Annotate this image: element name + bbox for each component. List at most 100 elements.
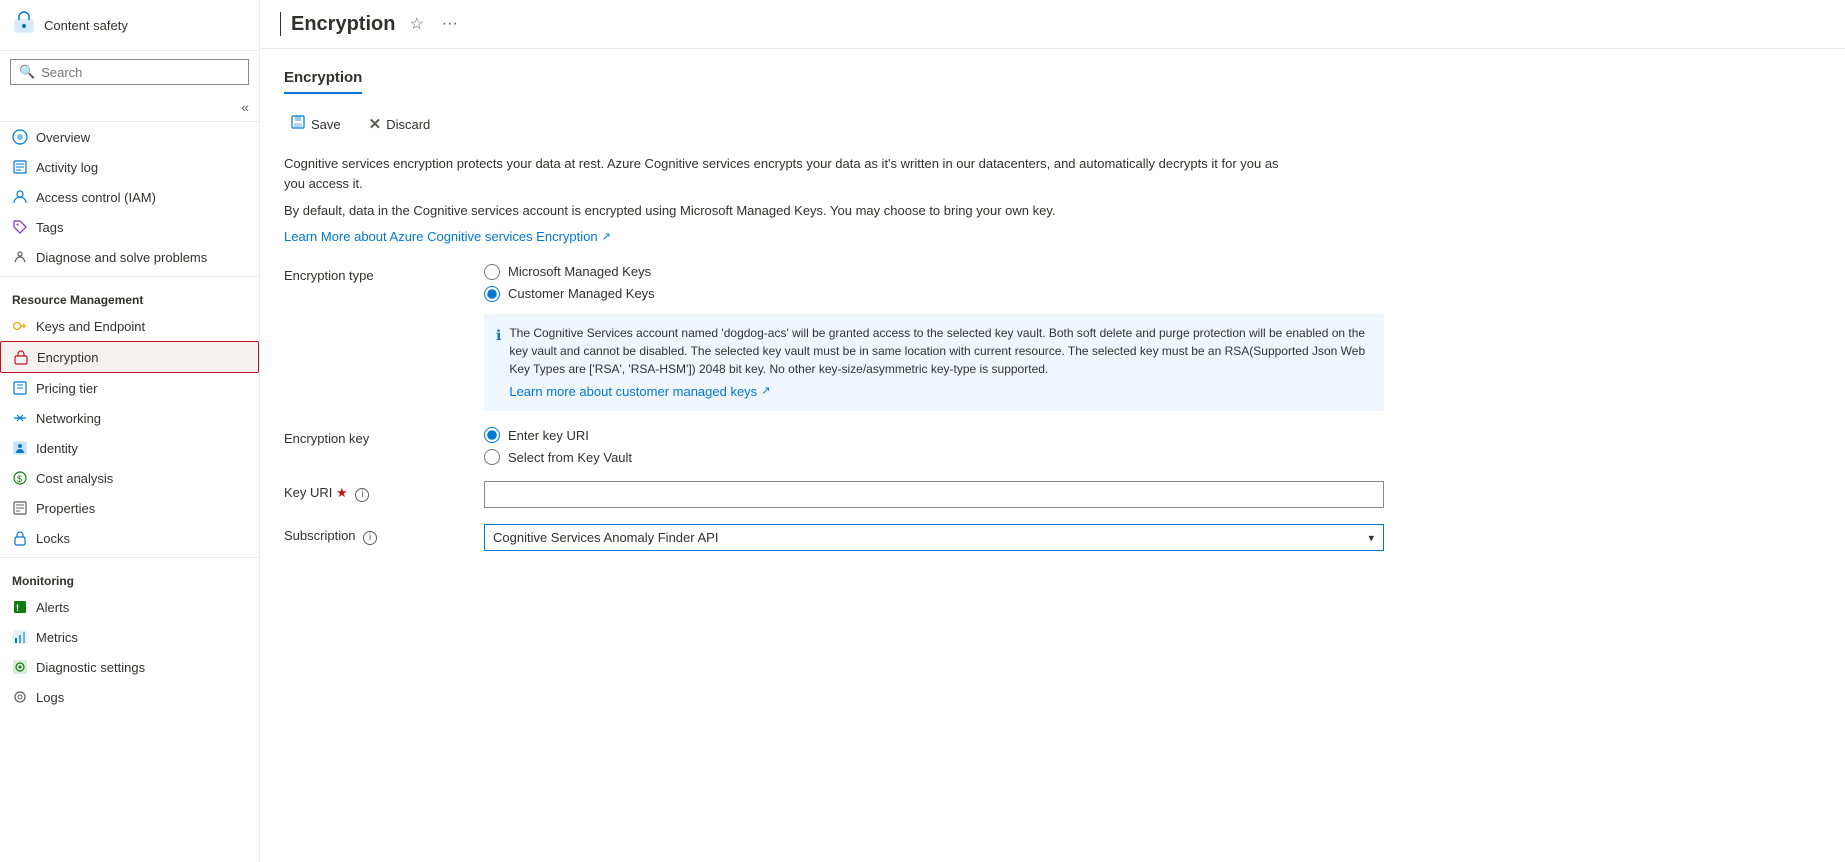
enter-key-uri-option[interactable]: Enter key URI: [484, 427, 632, 443]
logs-label: Logs: [36, 690, 64, 705]
alerts-icon: !: [12, 599, 28, 615]
more-options-button[interactable]: ···: [438, 13, 462, 35]
toolbar: Save ✕ Discard: [284, 110, 1821, 138]
discard-button[interactable]: ✕ Discard: [363, 111, 437, 137]
sidebar-item-keys-endpoint[interactable]: Keys and Endpoint: [0, 311, 259, 341]
save-button[interactable]: Save: [284, 110, 347, 138]
locks-icon: [12, 530, 28, 546]
sidebar-item-tags[interactable]: Tags: [0, 212, 259, 242]
sidebar-item-cost-analysis[interactable]: $ Cost analysis: [0, 463, 259, 493]
microsoft-managed-radio[interactable]: [484, 264, 500, 280]
customer-managed-option[interactable]: Customer Managed Keys: [484, 286, 1384, 302]
metrics-label: Metrics: [36, 630, 78, 645]
alerts-label: Alerts: [36, 600, 69, 615]
overview-icon: [12, 129, 28, 145]
sidebar-item-encryption[interactable]: Encryption: [0, 341, 259, 373]
search-box[interactable]: 🔍: [10, 59, 249, 85]
sidebar-item-activity-log[interactable]: Activity log: [0, 152, 259, 182]
pricing-tier-label: Pricing tier: [36, 381, 97, 396]
learn-more-cmk-icon: ↗: [761, 383, 770, 400]
key-uri-required: ★: [336, 485, 348, 500]
sidebar-item-metrics[interactable]: Metrics: [0, 622, 259, 652]
diagnose-label: Diagnose and solve problems: [36, 250, 207, 265]
content-area: Encryption Save ✕ Discard Cognitive serv…: [260, 49, 1845, 862]
keys-endpoint-label: Keys and Endpoint: [36, 319, 145, 334]
sidebar-item-networking[interactable]: Networking: [0, 403, 259, 433]
select-key-vault-radio[interactable]: [484, 449, 500, 465]
pricing-tier-icon: [12, 380, 28, 396]
tags-label: Tags: [36, 220, 63, 235]
subscription-select[interactable]: Cognitive Services Anomaly Finder API: [484, 524, 1384, 551]
encryption-key-row: Encryption key Enter key URI Select from…: [284, 427, 1821, 465]
encryption-type-label: Encryption type: [284, 264, 444, 283]
top-nav: Overview Activity log Access control (IA…: [0, 122, 259, 272]
key-uri-input[interactable]: [484, 481, 1384, 508]
learn-more-encryption-link[interactable]: Learn More about Azure Cognitive service…: [284, 229, 611, 244]
key-uri-info-icon[interactable]: i: [355, 488, 369, 502]
subscription-info-icon[interactable]: i: [363, 531, 377, 545]
sidebar-item-diagnose[interactable]: Diagnose and solve problems: [0, 242, 259, 272]
sidebar-item-alerts[interactable]: ! Alerts: [0, 592, 259, 622]
select-key-vault-label: Select from Key Vault: [508, 450, 632, 465]
svg-text:$: $: [17, 474, 22, 484]
subscription-label: Subscription i: [284, 524, 444, 545]
identity-icon: [12, 440, 28, 456]
collapse-button[interactable]: «: [0, 93, 259, 122]
encryption-label: Encryption: [37, 350, 98, 365]
header-divider: [280, 12, 281, 36]
subscription-select-wrapper: Cognitive Services Anomaly Finder API ▾: [484, 524, 1384, 551]
page-header: Encryption ☆ ···: [260, 0, 1845, 49]
description-line2: By default, data in the Cognitive servic…: [284, 201, 1284, 221]
description-line1: Cognitive services encryption protects y…: [284, 154, 1284, 193]
select-key-vault-option[interactable]: Select from Key Vault: [484, 449, 632, 465]
cost-analysis-label: Cost analysis: [36, 471, 113, 486]
overview-label: Overview: [36, 130, 90, 145]
activity-log-icon: [12, 159, 28, 175]
learn-more-cmk-text: Learn more about customer managed keys: [509, 382, 757, 402]
access-control-icon: [12, 189, 28, 205]
activity-log-label: Activity log: [36, 160, 98, 175]
save-label: Save: [311, 117, 341, 132]
section-label-monitoring: Monitoring: [0, 562, 259, 592]
key-uri-label: Key URI ★ i: [284, 481, 444, 502]
favorite-button[interactable]: ☆: [405, 12, 427, 36]
discard-icon: ✕: [369, 115, 382, 133]
divider-monitoring: [0, 557, 259, 558]
networking-label: Networking: [36, 411, 101, 426]
microsoft-managed-option[interactable]: Microsoft Managed Keys: [484, 264, 1384, 280]
search-input[interactable]: [41, 65, 240, 80]
properties-label: Properties: [36, 501, 95, 516]
sidebar-item-logs[interactable]: Logs: [0, 682, 259, 712]
learn-more-encryption-icon: ↗: [602, 230, 611, 243]
encryption-type-controls: Microsoft Managed Keys Customer Managed …: [484, 264, 1384, 412]
page-title: Encryption: [291, 13, 395, 36]
info-icon: ℹ: [496, 325, 501, 402]
collapse-icon: «: [241, 99, 249, 115]
locks-label: Locks: [36, 531, 70, 546]
search-icon: 🔍: [19, 64, 35, 80]
encryption-key-label: Encryption key: [284, 427, 444, 446]
cost-analysis-icon: $: [12, 470, 28, 486]
key-uri-input-wrapper: [484, 481, 1384, 508]
customer-managed-label: Customer Managed Keys: [508, 286, 655, 301]
content-section-title: Encryption: [284, 69, 362, 94]
app-title: Content safety: [44, 18, 128, 33]
metrics-icon: [12, 629, 28, 645]
encryption-icon: [13, 349, 29, 365]
sidebar-item-pricing-tier[interactable]: Pricing tier: [0, 373, 259, 403]
learn-more-cmk-link[interactable]: Learn more about customer managed keys ↗: [509, 382, 770, 402]
sidebar-item-identity[interactable]: Identity: [0, 433, 259, 463]
encryption-key-controls: Enter key URI Select from Key Vault: [484, 427, 632, 465]
sidebar-item-properties[interactable]: Properties: [0, 493, 259, 523]
enter-key-uri-radio[interactable]: [484, 427, 500, 443]
sidebar-item-access-control[interactable]: Access control (IAM): [0, 182, 259, 212]
svg-text:!: !: [16, 603, 19, 613]
learn-more-encryption-text: Learn More about Azure Cognitive service…: [284, 229, 598, 244]
diagnostic-settings-label: Diagnostic settings: [36, 660, 145, 675]
sidebar-item-overview[interactable]: Overview: [0, 122, 259, 152]
customer-managed-radio[interactable]: [484, 286, 500, 302]
sidebar-item-diagnostic-settings[interactable]: Diagnostic settings: [0, 652, 259, 682]
diagnostic-settings-icon: [12, 659, 28, 675]
main-content: Encryption ☆ ··· Encryption Save ✕ Disca…: [260, 0, 1845, 862]
sidebar-item-locks[interactable]: Locks: [0, 523, 259, 553]
